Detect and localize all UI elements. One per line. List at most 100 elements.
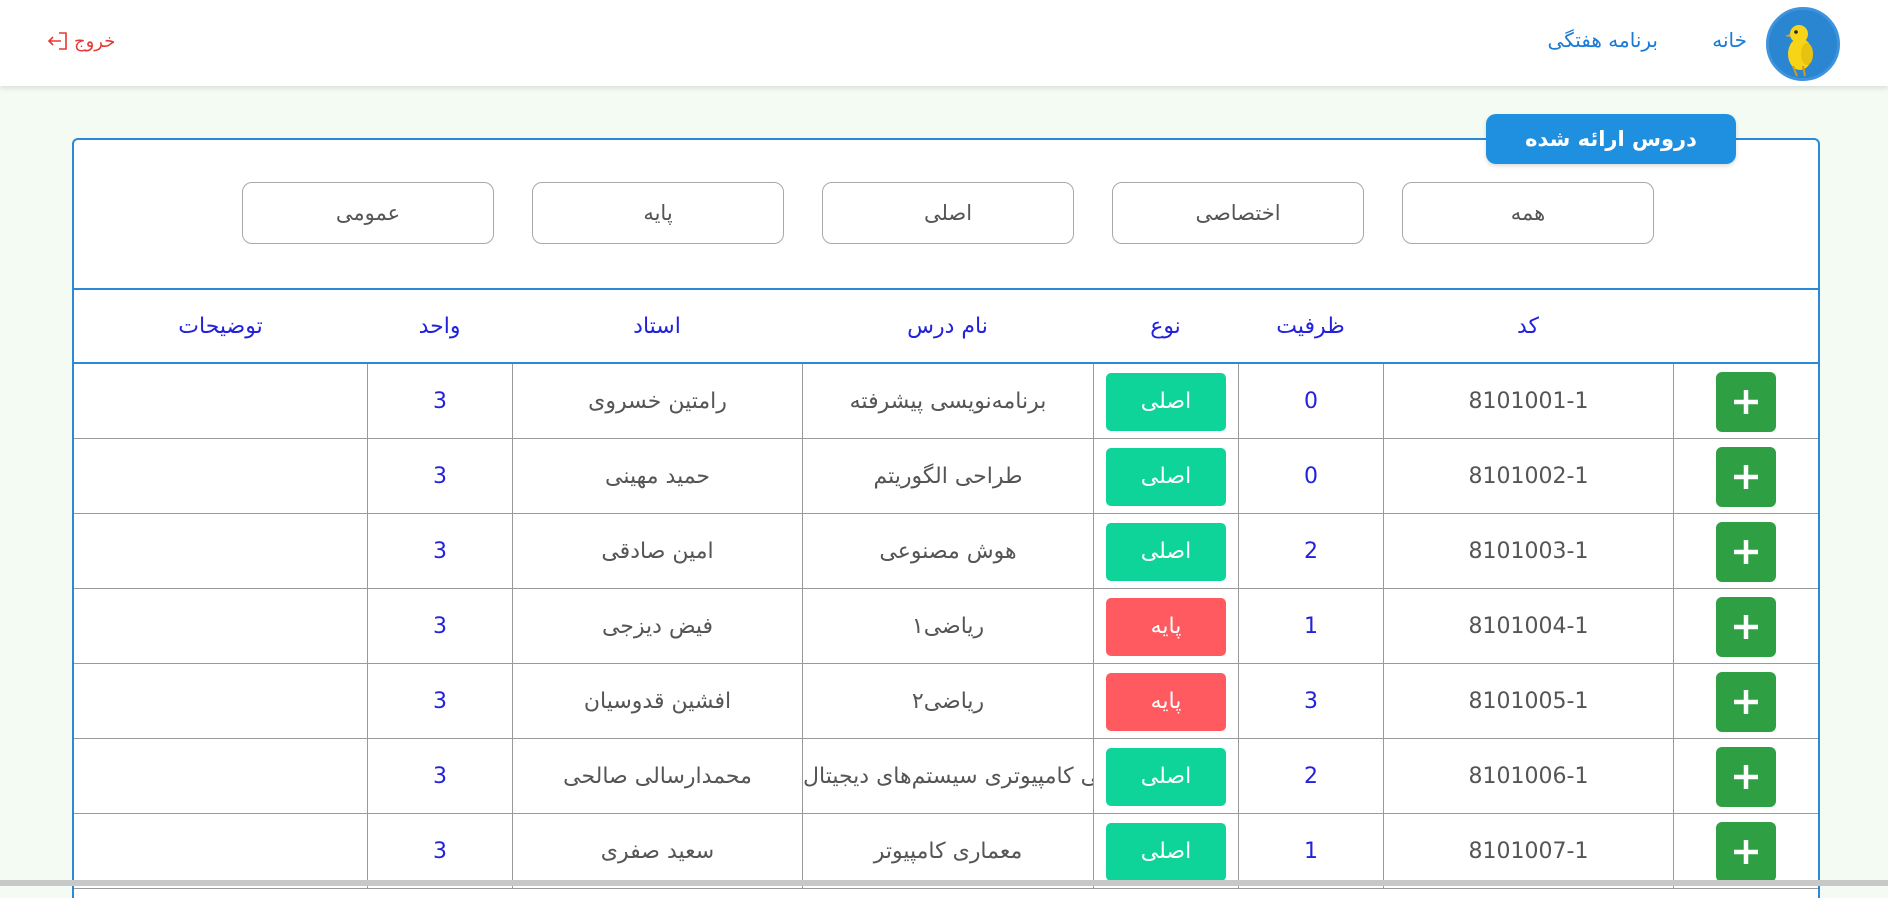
course-name: معماری کامپیوتر	[802, 814, 1093, 889]
course-units: 3	[367, 739, 512, 814]
add-cell	[1673, 514, 1818, 589]
course-table-body: 8101001-1 0 اصلی برنامه‌نویسی پیشرفته را…	[74, 364, 1818, 889]
course-professor: سعید صفری	[512, 814, 802, 889]
filter-main-button[interactable]: اصلی	[822, 182, 1074, 244]
nav-home-link[interactable]: خانه	[1712, 28, 1747, 52]
add-course-button[interactable]	[1716, 747, 1776, 807]
add-course-button[interactable]	[1716, 672, 1776, 732]
type-cell: اصلی	[1093, 514, 1238, 589]
course-capacity: 0	[1238, 439, 1383, 514]
course-professor: فیض دیزجی	[512, 589, 802, 664]
course-capacity: 2	[1238, 514, 1383, 589]
logout-icon	[46, 30, 70, 52]
course-professor: افشین قدوسیان	[512, 664, 802, 739]
add-course-button[interactable]	[1716, 597, 1776, 657]
course-name-text: ریاضی۲	[912, 689, 984, 714]
add-course-button[interactable]	[1716, 447, 1776, 507]
course-name-text: هوش مصنوعی	[879, 539, 1016, 564]
course-name-text: ریاضی۱	[912, 614, 984, 639]
course-description	[74, 364, 367, 439]
canary-logo-icon	[1766, 10, 1837, 81]
plus-icon	[1731, 612, 1761, 642]
course-capacity: 3	[1238, 664, 1383, 739]
course-description	[74, 664, 367, 739]
course-description	[74, 814, 367, 889]
type-cell: اصلی	[1093, 739, 1238, 814]
header-description: توضیحات	[74, 290, 367, 362]
course-professor: امین صادقی	[512, 514, 802, 589]
header-code: کد	[1383, 290, 1673, 362]
type-cell: پایه	[1093, 589, 1238, 664]
filter-all-button[interactable]: همه	[1402, 182, 1654, 244]
table-row: 8101006-1 2 اصلی طراحی کامپیوتری سیستم‌ه…	[74, 739, 1818, 814]
add-cell	[1673, 589, 1818, 664]
course-description	[74, 514, 367, 589]
course-capacity: 1	[1238, 589, 1383, 664]
panel-title: دروس ارائه شده	[1486, 114, 1736, 164]
table-row: 8101003-1 2 اصلی هوش مصنوعی امین صادقی 3	[74, 514, 1818, 589]
type-badge: اصلی	[1106, 448, 1226, 506]
add-cell	[1673, 439, 1818, 514]
course-units: 3	[367, 514, 512, 589]
course-description	[74, 739, 367, 814]
add-course-button[interactable]	[1716, 522, 1776, 582]
table-row: 8101002-1 0 اصلی طراحی الگوریتم حمید مهی…	[74, 439, 1818, 514]
course-units: 3	[367, 364, 512, 439]
course-code: 8101003-1	[1383, 514, 1673, 589]
add-course-button[interactable]	[1716, 372, 1776, 432]
type-badge: پایه	[1106, 673, 1226, 731]
course-code: 8101001-1	[1383, 364, 1673, 439]
table-header: کد ظرفیت نوع نام درس استاد واحد توضیحات	[74, 288, 1818, 364]
add-cell	[1673, 364, 1818, 439]
header-type: نوع	[1093, 290, 1238, 362]
course-name: هوش مصنوعی	[802, 514, 1093, 589]
plus-icon	[1731, 462, 1761, 492]
plus-icon	[1731, 837, 1761, 867]
course-capacity: 0	[1238, 364, 1383, 439]
course-professor: حمید مهینی	[512, 439, 802, 514]
top-navbar: خانه برنامه هفتگی خروج	[0, 0, 1888, 86]
table-row: 8101004-1 1 پایه ریاضی۱ فیض دیزجی 3	[74, 589, 1818, 664]
filter-general-button[interactable]: عمومی	[242, 182, 494, 244]
nav-weekly-program-link[interactable]: برنامه هفتگی	[1548, 28, 1658, 52]
course-name: ریاضی۲	[802, 664, 1093, 739]
logo[interactable]	[1766, 7, 1840, 81]
add-course-button[interactable]	[1716, 822, 1776, 882]
course-code: 8101006-1	[1383, 739, 1673, 814]
course-capacity: 2	[1238, 739, 1383, 814]
plus-icon	[1731, 687, 1761, 717]
add-cell	[1673, 814, 1818, 889]
course-name-text: برنامه‌نویسی پیشرفته	[850, 389, 1047, 414]
course-name-text: طراحی کامپیوتری سیستم‌های دیجیتال	[803, 764, 1093, 789]
course-units: 3	[367, 664, 512, 739]
add-cell	[1673, 739, 1818, 814]
filter-specialized-button[interactable]: اختصاصی	[1112, 182, 1364, 244]
course-name-text: معماری کامپیوتر	[874, 839, 1023, 864]
plus-icon	[1731, 537, 1761, 567]
course-units: 3	[367, 439, 512, 514]
course-professor: رامتین خسروی	[512, 364, 802, 439]
type-badge: اصلی	[1106, 823, 1226, 881]
table-row: 8101001-1 0 اصلی برنامه‌نویسی پیشرفته را…	[74, 364, 1818, 439]
type-cell: اصلی	[1093, 364, 1238, 439]
logout-button[interactable]: خروج	[46, 30, 115, 52]
course-units: 3	[367, 814, 512, 889]
course-name: برنامه‌نویسی پیشرفته	[802, 364, 1093, 439]
horizontal-scrollbar[interactable]	[0, 880, 1888, 886]
filter-base-button[interactable]: پایه	[532, 182, 784, 244]
course-capacity: 1	[1238, 814, 1383, 889]
course-code: 8101002-1	[1383, 439, 1673, 514]
course-code: 8101004-1	[1383, 589, 1673, 664]
type-cell: پایه	[1093, 664, 1238, 739]
add-cell	[1673, 664, 1818, 739]
type-badge: اصلی	[1106, 748, 1226, 806]
header-units: واحد	[367, 290, 512, 362]
course-description	[74, 589, 367, 664]
course-name: طراحی کامپیوتری سیستم‌های دیجیتال	[802, 739, 1093, 814]
header-capacity: ظرفیت	[1238, 290, 1383, 362]
type-badge: اصلی	[1106, 523, 1226, 581]
type-badge: اصلی	[1106, 373, 1226, 431]
course-code: 8101005-1	[1383, 664, 1673, 739]
type-badge: پایه	[1106, 598, 1226, 656]
course-description	[74, 439, 367, 514]
